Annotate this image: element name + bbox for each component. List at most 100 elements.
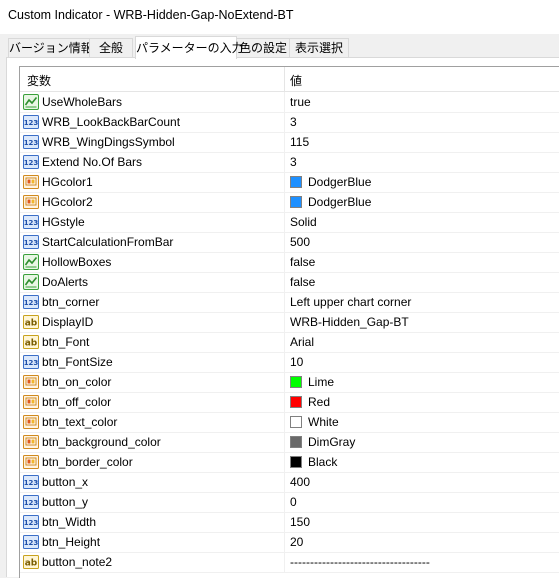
param-row-button-x[interactable]: 123 button_x 400 bbox=[20, 472, 559, 493]
param-row-btn-corner[interactable]: 123 btn_corner Left upper chart corner bbox=[20, 292, 559, 313]
tab-strip: バージョン情報 全般 パラメーターの入力 色の設定 表示選択 bbox=[6, 36, 559, 59]
column-separator bbox=[284, 332, 285, 352]
param-value[interactable]: 115 bbox=[290, 132, 309, 152]
svg-text:123: 123 bbox=[24, 219, 39, 227]
param-value[interactable]: true bbox=[290, 92, 311, 112]
param-row-doalerts[interactable]: DoAlerts false bbox=[20, 272, 559, 293]
param-value[interactable]: Arial bbox=[290, 332, 314, 352]
column-separator bbox=[284, 492, 285, 512]
param-value[interactable]: 400 bbox=[290, 472, 310, 492]
param-name: WRB_LookBackBarCount bbox=[42, 115, 181, 129]
int-icon: 123 bbox=[23, 494, 39, 510]
string-icon: ab bbox=[23, 554, 39, 570]
param-name: btn_text_color bbox=[42, 415, 118, 429]
grid-header: 変数 値 bbox=[20, 67, 559, 92]
param-row-btn-background-color[interactable]: btn_background_color DimGray bbox=[20, 432, 559, 453]
param-value[interactable]: DodgerBlue bbox=[308, 172, 371, 192]
param-name: btn_FontSize bbox=[42, 355, 113, 369]
param-name: DoAlerts bbox=[42, 275, 89, 289]
param-name: btn_Height bbox=[42, 535, 101, 549]
tab-version-info[interactable]: バージョン情報 bbox=[8, 38, 93, 58]
param-row-wrb-lookbackbarcount[interactable]: 123 WRB_LookBackBarCount 3 bbox=[20, 112, 559, 133]
param-value[interactable]: Lime bbox=[308, 372, 334, 392]
param-name: UseWholeBars bbox=[42, 95, 123, 109]
param-value[interactable]: 20 bbox=[290, 532, 303, 552]
param-row-btn-width[interactable]: 123 btn_Width 150 bbox=[20, 512, 559, 533]
column-separator bbox=[284, 372, 285, 392]
column-separator bbox=[284, 92, 285, 112]
param-row-wrb-wingdingssymbol[interactable]: 123 WRB_WingDingsSymbol 115 bbox=[20, 132, 559, 153]
param-name: btn_Font bbox=[42, 335, 90, 349]
param-row-button-note2[interactable]: ab button_note2 --------------------------… bbox=[20, 552, 559, 573]
param-row-hgcolor2[interactable]: HGcolor2 DodgerBlue bbox=[20, 192, 559, 213]
param-row-btn-height[interactable]: 123 btn_Height 20 bbox=[20, 532, 559, 553]
color-icon bbox=[23, 394, 39, 410]
param-row-btn-off-color[interactable]: btn_off_color Red bbox=[20, 392, 559, 413]
param-value[interactable]: DodgerBlue bbox=[308, 192, 371, 212]
int-icon: 123 bbox=[23, 514, 39, 530]
param-value[interactable]: false bbox=[290, 272, 315, 292]
header-value[interactable]: 値 bbox=[290, 72, 302, 89]
param-row-hollowboxes[interactable]: HollowBoxes false bbox=[20, 252, 559, 273]
param-value[interactable]: 10 bbox=[290, 352, 303, 372]
column-separator bbox=[284, 392, 285, 412]
color-icon bbox=[23, 374, 39, 390]
param-name: HGstyle bbox=[42, 215, 85, 229]
param-name: DisplayID bbox=[42, 315, 94, 329]
param-value[interactable]: 0 bbox=[290, 492, 297, 512]
int-icon: 123 bbox=[23, 354, 39, 370]
param-value[interactable]: Red bbox=[308, 392, 330, 412]
param-value[interactable]: false bbox=[290, 252, 315, 272]
param-row-extend-no-of-bars[interactable]: 123 Extend No.Of Bars 3 bbox=[20, 152, 559, 173]
column-separator bbox=[284, 152, 285, 172]
param-row-button-y[interactable]: 123 button_y 0 bbox=[20, 492, 559, 513]
color-icon bbox=[23, 434, 39, 450]
param-value[interactable]: DimGray bbox=[308, 432, 355, 452]
int-icon: 123 bbox=[23, 294, 39, 310]
param-row-btn-on-color[interactable]: btn_on_color Lime bbox=[20, 372, 559, 393]
param-value[interactable]: ----------------------------------- bbox=[290, 552, 430, 572]
svg-text:123: 123 bbox=[24, 239, 39, 247]
param-value[interactable]: 500 bbox=[290, 232, 310, 252]
color-swatch bbox=[290, 196, 302, 208]
param-name: button_y bbox=[42, 495, 89, 509]
param-row-btn-border-color[interactable]: btn_border_color Black bbox=[20, 452, 559, 473]
color-icon bbox=[23, 454, 39, 470]
param-row-hgcolor1[interactable]: HGcolor1 DodgerBlue bbox=[20, 172, 559, 193]
color-icon bbox=[23, 414, 39, 430]
param-name: button_x bbox=[42, 475, 89, 489]
int-icon: 123 bbox=[23, 234, 39, 250]
param-value[interactable]: Solid bbox=[290, 212, 317, 232]
column-separator bbox=[284, 272, 285, 292]
param-value[interactable]: 3 bbox=[290, 112, 297, 132]
svg-text:123: 123 bbox=[24, 479, 39, 487]
color-icon bbox=[23, 194, 39, 210]
param-row-hgstyle[interactable]: 123 HGstyle Solid bbox=[20, 212, 559, 233]
tab-visualization[interactable]: 表示選択 bbox=[289, 38, 349, 58]
param-value[interactable]: Black bbox=[308, 452, 337, 472]
param-row-btn-fontsize[interactable]: 123 btn_FontSize 10 bbox=[20, 352, 559, 373]
header-variable[interactable]: 変数 bbox=[27, 72, 51, 89]
svg-text:ab: ab bbox=[25, 559, 38, 569]
param-name: HGcolor1 bbox=[42, 175, 93, 189]
svg-text:123: 123 bbox=[24, 519, 39, 527]
param-row-usewholebars[interactable]: UseWholeBars true bbox=[20, 92, 559, 113]
param-name: btn_background_color bbox=[42, 435, 161, 449]
param-value[interactable]: 3 bbox=[290, 152, 297, 172]
param-row-startcalculationfrombar[interactable]: 123 StartCalculationFromBar 500 bbox=[20, 232, 559, 253]
tab-parameters[interactable]: パラメーターの入力 bbox=[135, 36, 244, 59]
tab-general[interactable]: 全般 bbox=[89, 38, 133, 58]
color-swatch bbox=[290, 456, 302, 468]
param-value[interactable]: White bbox=[308, 412, 339, 432]
param-value[interactable]: Left upper chart corner bbox=[290, 292, 411, 312]
param-value[interactable]: WRB-Hidden_Gap-BT bbox=[290, 312, 409, 332]
bool-icon bbox=[23, 254, 39, 270]
column-separator bbox=[284, 292, 285, 312]
param-row-btn-font[interactable]: ab btn_Font Arial bbox=[20, 332, 559, 353]
param-value[interactable]: 150 bbox=[290, 512, 310, 532]
color-swatch bbox=[290, 436, 302, 448]
tab-colors[interactable]: 色の設定 bbox=[236, 38, 290, 58]
param-row-btn-text-color[interactable]: btn_text_color White bbox=[20, 412, 559, 433]
param-row-displayid[interactable]: ab DisplayID WRB-Hidden_Gap-BT bbox=[20, 312, 559, 333]
param-name: btn_Width bbox=[42, 515, 97, 529]
